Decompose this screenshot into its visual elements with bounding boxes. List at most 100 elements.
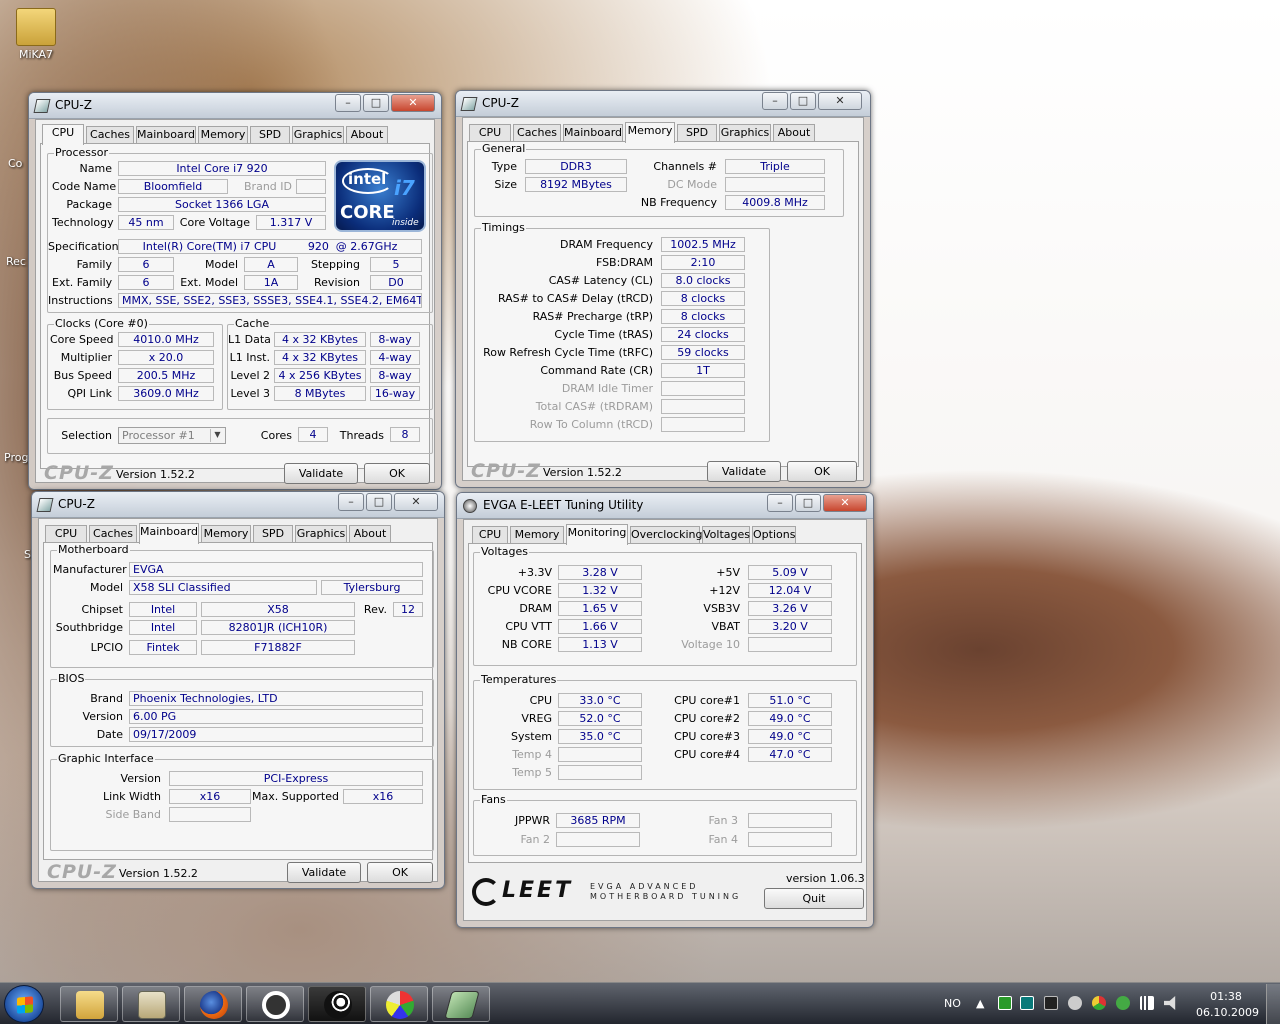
selection-label: Selection (61, 429, 112, 442)
show-hidden-icons-button[interactable]: ▲ (976, 997, 984, 1010)
minimize-button[interactable]: – (767, 494, 793, 512)
start-button[interactable] (4, 985, 44, 1023)
fans-group: Fans JPPWR 3685 RPM Fan 2 Fan 3 Fan 4 (473, 793, 857, 856)
tab-graphics[interactable]: Graphics (719, 124, 771, 142)
taskbar-explorer[interactable] (60, 986, 118, 1022)
maximize-button[interactable]: □ (363, 94, 389, 112)
clock-time[interactable]: 01:38 (1206, 990, 1246, 1003)
family-label: Family (76, 258, 112, 271)
tab-memory[interactable]: Memory (201, 525, 251, 543)
codename-label: Code Name (52, 180, 117, 193)
desktop-label-recycle[interactable]: Rec (6, 255, 26, 268)
chevron-down-icon[interactable]: ▼ (210, 429, 224, 442)
tab-monitoring[interactable]: Monitoring (566, 524, 628, 545)
clock-date[interactable]: 06.10.2009 (1196, 1006, 1259, 1019)
manufacturer-value: EVGA (129, 562, 423, 577)
desktop-icon-mika7[interactable]: MiKA7 (6, 8, 66, 61)
package-value: Socket 1366 LGA (118, 197, 326, 212)
temp4-label: Temp 4 (512, 748, 552, 761)
tab-graphics[interactable]: Graphics (292, 126, 344, 144)
selection-group: Selection Processor #1 ▼ Cores 4 Threads… (47, 418, 433, 454)
tray-gear-icon[interactable] (1068, 996, 1082, 1010)
tab-memory[interactable]: Memory (625, 122, 675, 143)
close-button[interactable]: ✕ (394, 493, 438, 511)
cpuz-brand-logo: CPU-Z (471, 460, 541, 482)
group-label: Timings (481, 221, 526, 234)
type-value: DDR3 (525, 159, 627, 174)
ok-button[interactable]: OK (364, 463, 430, 484)
tab-spd[interactable]: SPD (250, 126, 290, 144)
maximize-button[interactable]: □ (790, 92, 816, 110)
ok-button[interactable]: OK (367, 862, 433, 883)
close-button[interactable]: ✕ (823, 494, 867, 512)
maximize-button[interactable]: □ (366, 493, 392, 511)
tab-memory[interactable]: Memory (198, 126, 248, 144)
tab-spd[interactable]: SPD (677, 124, 717, 142)
tray-network-icon[interactable] (1140, 996, 1154, 1010)
group-label: Fans (480, 793, 507, 806)
tab-cpu[interactable]: CPU (42, 124, 84, 145)
validate-button[interactable]: Validate (707, 461, 781, 482)
close-button[interactable]: ✕ (818, 92, 862, 110)
tab-mainboard[interactable]: Mainboard (563, 124, 623, 142)
minimize-button[interactable]: – (762, 92, 788, 110)
model-value: X58 SLI Classified (129, 580, 317, 595)
tab-mainboard[interactable]: Mainboard (139, 523, 199, 544)
tab-caches[interactable]: Caches (513, 124, 561, 142)
tab-cpu[interactable]: CPU (45, 525, 87, 543)
tab-about[interactable]: About (773, 124, 815, 142)
taskbar-cpuz[interactable] (432, 986, 490, 1022)
ok-button[interactable]: OK (787, 461, 857, 482)
tray-chrome-icon[interactable] (1092, 996, 1106, 1010)
processor-select[interactable]: Processor #1 ▼ (118, 427, 226, 444)
desktop-label-programs[interactable]: Prog (4, 451, 28, 464)
minimize-button[interactable]: – (335, 94, 361, 112)
language-indicator[interactable]: NO (944, 997, 961, 1010)
fan4-label: Fan 4 (708, 833, 738, 846)
tab-spd[interactable]: SPD (253, 525, 293, 543)
title-bar[interactable]: CPU-Z – □ ✕ (456, 91, 870, 117)
validate-button[interactable]: Validate (287, 862, 361, 883)
tab-overclocking[interactable]: Overclocking (630, 526, 702, 544)
show-desktop-button[interactable] (1266, 984, 1280, 1024)
tab-graphics[interactable]: Graphics (295, 525, 347, 543)
validate-button[interactable]: Validate (284, 463, 358, 484)
tray-app-icon-teal[interactable] (1020, 996, 1034, 1010)
tab-caches[interactable]: Caches (86, 126, 134, 144)
tab-memory[interactable]: Memory (510, 526, 564, 544)
tab-voltages[interactable]: Voltages (702, 526, 750, 544)
tray-app-icon-green[interactable] (998, 996, 1012, 1010)
tab-about[interactable]: About (349, 525, 391, 543)
tab-mainboard[interactable]: Mainboard (136, 126, 196, 144)
l1i-way: 4-way (370, 350, 420, 365)
taskbar-firefox[interactable] (184, 986, 242, 1022)
tab-cpu[interactable]: CPU (469, 124, 511, 142)
minimize-button[interactable]: – (338, 493, 364, 511)
taskbar-windows[interactable] (122, 986, 180, 1022)
vtt-label: CPU VTT (505, 620, 552, 633)
model-label: Model (89, 581, 123, 594)
group-label: Motherboard (57, 543, 130, 556)
taskbar-paint[interactable] (370, 986, 428, 1022)
tab-about[interactable]: About (346, 126, 388, 144)
quit-button[interactable]: Quit (764, 888, 864, 909)
desktop-label-computer[interactable]: Co (8, 157, 22, 170)
tray-gamepad-icon[interactable] (1044, 996, 1058, 1010)
lpcio-model-value: F71882F (201, 640, 355, 655)
tab-caches[interactable]: Caches (89, 525, 137, 543)
title-bar[interactable]: CPU-Z – □ ✕ (29, 93, 441, 119)
window-title: EVGA E-LEET Tuning Utility (483, 498, 644, 512)
desktop-label-s[interactable]: S (24, 548, 31, 561)
title-bar[interactable]: CPU-Z – □ ✕ (32, 492, 444, 518)
close-button[interactable]: ✕ (391, 94, 435, 112)
taskbar-steam[interactable] (308, 986, 366, 1022)
maximize-button[interactable]: □ (795, 494, 821, 512)
mainboard-panel: Motherboard Manufacturer EVGA Model X58 … (43, 542, 434, 860)
title-bar[interactable]: EVGA E-LEET Tuning Utility – □ ✕ (457, 493, 873, 519)
group-label: Cache (234, 317, 271, 330)
tray-users-icon[interactable] (1116, 996, 1130, 1010)
tab-cpu[interactable]: CPU (472, 526, 508, 544)
tab-options[interactable]: Options (752, 526, 796, 544)
taskbar-eleet[interactable] (246, 986, 304, 1022)
dram-value: 1.65 V (558, 601, 642, 616)
